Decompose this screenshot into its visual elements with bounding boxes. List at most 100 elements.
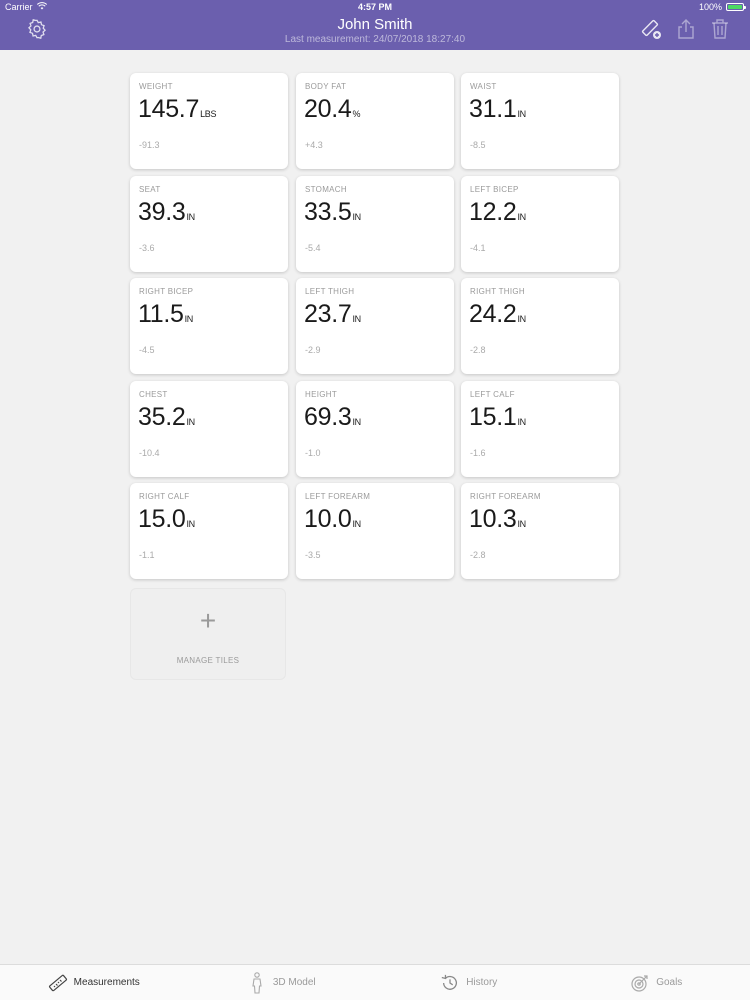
tile-number: 10.3: [469, 505, 517, 533]
status-battery: 100%: [699, 2, 746, 12]
tile-change: -1.6: [470, 448, 486, 458]
tile-label: LEFT BICEP: [470, 185, 519, 194]
tile-number: 35.2: [138, 403, 186, 431]
settings-button[interactable]: [24, 18, 50, 44]
tile-change: -2.8: [470, 550, 486, 560]
tile-value: 12.2IN: [469, 198, 526, 227]
tab-goals-label: Goals: [656, 977, 683, 988]
manage-tiles-button[interactable]: + MANAGE TILES: [130, 588, 286, 680]
tile-label: LEFT FOREARM: [305, 492, 371, 501]
tile-value: 23.7IN: [304, 300, 361, 329]
measurement-tile-height[interactable]: HEIGHT 69.3IN -1.0: [296, 381, 454, 477]
add-measurement-button[interactable]: [638, 18, 664, 44]
tile-unit: IN: [186, 519, 195, 529]
measurement-tile-right-bicep[interactable]: RIGHT BICEP 11.5IN -4.5: [130, 278, 288, 374]
tile-label: RIGHT CALF: [139, 492, 190, 501]
tile-change: -5.4: [305, 243, 321, 253]
tab-history[interactable]: History: [375, 965, 563, 1000]
tile-unit: IN: [184, 314, 194, 324]
tile-number: 24.2: [469, 300, 517, 328]
tile-change: -3.5: [305, 550, 321, 560]
measurement-tile-right-forearm[interactable]: RIGHT FOREARM 10.3IN -2.8: [461, 483, 619, 579]
tile-unit: IN: [517, 314, 526, 324]
trash-button[interactable]: [707, 18, 733, 44]
measurement-tile-left-bicep[interactable]: LEFT BICEP 12.2IN -4.1: [461, 176, 619, 272]
measurement-tile-stomach[interactable]: STOMACH 33.5IN -5.4: [296, 176, 454, 272]
tab-history-label: History: [466, 977, 498, 988]
tile-value: 24.2IN: [469, 300, 526, 329]
tile-number: 39.3: [138, 198, 186, 226]
tile-unit: IN: [517, 109, 526, 119]
header: Carrier 4:57 PM 100% John Smith Last mea…: [0, 0, 750, 50]
ruler-icon: [48, 972, 68, 994]
ruler-add-icon: [639, 17, 663, 46]
tile-unit: IN: [517, 212, 526, 222]
tile-value: 15.1IN: [469, 403, 526, 432]
gear-icon: [26, 18, 48, 45]
tile-value: 10.0IN: [304, 505, 361, 534]
tab-bar: Measurements 3D Model History Goals: [0, 964, 750, 1000]
history-icon: [440, 972, 460, 994]
tile-number: 10.0: [304, 505, 352, 533]
tile-number: 15.0: [138, 505, 186, 533]
tile-value: 35.2IN: [138, 403, 195, 432]
tile-unit: LBS: [200, 109, 217, 119]
measurement-tile-chest[interactable]: CHEST 35.2IN -10.4: [130, 381, 288, 477]
tile-number: 20.4: [304, 95, 352, 123]
measurement-tile-left-thigh[interactable]: LEFT THIGH 23.7IN -2.9: [296, 278, 454, 374]
tile-number: 31.1: [469, 95, 517, 123]
measurement-tile-weight[interactable]: WEIGHT 145.7LBS -91.3: [130, 73, 288, 169]
tile-label: LEFT THIGH: [305, 287, 355, 296]
trash-icon: [710, 18, 730, 45]
share-button[interactable]: [673, 18, 699, 44]
tile-number: 33.5: [304, 198, 352, 226]
tile-change: -1.0: [305, 448, 321, 458]
tile-change: -3.6: [139, 243, 155, 253]
share-icon: [676, 18, 696, 45]
tile-label: RIGHT THIGH: [470, 287, 526, 296]
tile-unit: IN: [186, 417, 195, 427]
tile-change: -8.5: [470, 140, 486, 150]
measurement-tile-right-thigh[interactable]: RIGHT THIGH 24.2IN -2.8: [461, 278, 619, 374]
tile-change: +4.3: [305, 140, 323, 150]
plus-icon: +: [199, 605, 217, 636]
status-time: 4:57 PM: [357, 2, 392, 12]
tile-number: 69.3: [304, 403, 352, 431]
tile-unit: IN: [352, 212, 361, 222]
manage-tiles-label: MANAGE TILES: [176, 656, 240, 665]
tile-number: 23.7: [304, 300, 352, 328]
tile-label: BODY FAT: [305, 82, 347, 91]
tab-3d-model[interactable]: 3D Model: [188, 965, 376, 1000]
tile-number: 11.5: [138, 300, 184, 328]
tab-goals[interactable]: Goals: [563, 965, 750, 1000]
tile-number: 15.1: [469, 403, 517, 431]
tile-value: 15.0IN: [138, 505, 195, 534]
tab-measurements-label: Measurements: [73, 977, 140, 988]
app-root: Carrier 4:57 PM 100% John Smith Last mea…: [0, 0, 750, 1000]
measurement-tile-right-calf[interactable]: RIGHT CALF 15.0IN -1.1: [130, 483, 288, 579]
tile-value: 10.3IN: [469, 505, 526, 534]
measurement-tile-waist[interactable]: WAIST 31.1IN -8.5: [461, 73, 619, 169]
measurement-tile-left-calf[interactable]: LEFT CALF 15.1IN -1.6: [461, 381, 619, 477]
tile-label: WEIGHT: [139, 82, 173, 91]
measurement-tile-body-fat[interactable]: BODY FAT 20.4% +4.3: [296, 73, 454, 169]
tab-measurements[interactable]: Measurements: [0, 965, 188, 1000]
tile-unit: IN: [517, 417, 526, 427]
measurement-tile-left-forearm[interactable]: LEFT FOREARM 10.0IN -3.5: [296, 483, 454, 579]
measurement-tile-seat[interactable]: SEAT 39.3IN -3.6: [130, 176, 288, 272]
tile-label: STOMACH: [305, 185, 347, 194]
tile-unit: IN: [352, 519, 361, 529]
tile-label: CHEST: [139, 390, 168, 399]
tab-3d-model-label: 3D Model: [272, 977, 316, 988]
tile-unit: IN: [517, 519, 526, 529]
tile-change: -2.9: [305, 345, 321, 355]
tile-label: HEIGHT: [305, 390, 338, 399]
tile-value: 11.5IN: [138, 300, 193, 329]
tile-value: 20.4%: [304, 95, 360, 124]
tile-change: -4.1: [470, 243, 486, 253]
tile-value: 145.7LBS: [138, 95, 216, 124]
battery-icon: [726, 3, 746, 11]
tile-change: -2.8: [470, 345, 486, 355]
tile-number: 145.7: [138, 95, 200, 123]
tile-label: RIGHT BICEP: [139, 287, 194, 296]
